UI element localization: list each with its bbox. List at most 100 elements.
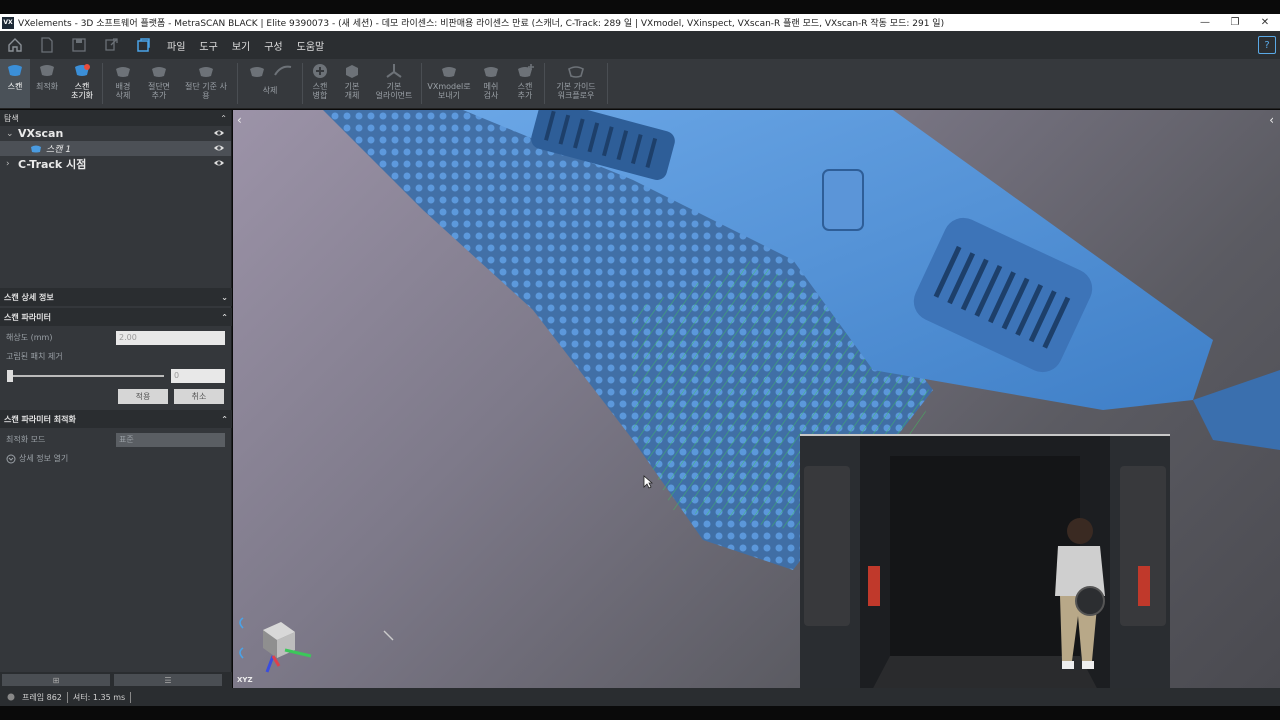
add-cut-plane-button[interactable]: 절단면 추가: [141, 59, 177, 108]
isolated-patch-slider[interactable]: [10, 375, 164, 377]
ribbon-separator: [607, 63, 608, 104]
basic-alignment-label: 기본 얼라이먼트: [375, 82, 413, 100]
optimize-params-title: 스캔 파라미터 최적화: [4, 414, 76, 424]
ribbon-toolbar: 스캔 최적화 스캔 초기화 배경 삭제 절단면 추가 절단 기준 사 용 삭제 …: [0, 59, 1280, 109]
optimize-mode-row: 최적화 모드 표준: [0, 430, 232, 449]
resolution-row: 해상도 (mm) 2.00: [0, 328, 232, 347]
use-cut-reference-label: 절단 기준 사 용: [185, 82, 227, 100]
letterbox-top: [0, 0, 1280, 14]
new-file-icon[interactable]: [36, 34, 58, 56]
scan-params-header[interactable]: 스캔 파라미터 ⌃: [0, 308, 232, 326]
mesh-inspect-icon: [484, 67, 498, 77]
window-title: VXelements - 3D 소프트웨어 플랫폼 - MetraSCAN BL…: [18, 19, 945, 29]
optimize-params-header[interactable]: 스캔 파라미터 최적화 ⌃: [0, 410, 232, 428]
optimize-mode-label: 최적화 모드: [6, 435, 46, 444]
ribbon-separator: [102, 63, 103, 104]
chevron-left-icon[interactable]: ‹: [1269, 113, 1274, 127]
collapse-explorer-icon[interactable]: ⌃: [220, 114, 227, 123]
chevron-left-icon[interactable]: ‹: [237, 113, 242, 127]
alignment-icon: [386, 64, 402, 78]
menu-tools[interactable]: 도구: [199, 38, 217, 53]
export-icon[interactable]: [100, 34, 122, 56]
basic-alignment-button[interactable]: 기본 얼라이먼트: [369, 59, 419, 108]
camera-feed-overlay: [800, 434, 1170, 702]
tree-item-ctrack-label: C-Track 시점: [18, 157, 87, 171]
chevron-up-icon[interactable]: ⌃: [221, 313, 228, 322]
eye-icon[interactable]: [213, 158, 225, 168]
shutter-value: 셔터: 1.35 ms: [72, 692, 126, 702]
session-icon[interactable]: [132, 34, 154, 56]
ribbon-separator: [544, 63, 545, 104]
isolated-patch-row: 고립된 패치 제거: [0, 347, 232, 366]
send-vxmodel-button[interactable]: VXmodel로 보내기: [424, 59, 474, 108]
optimize-button-label: 최적화: [35, 82, 59, 91]
mesh-inspect-button[interactable]: 메쉬 검사: [474, 59, 508, 108]
frame-count: 프레임 862: [22, 692, 62, 702]
mouse-cursor-icon: [643, 475, 653, 489]
cancel-button[interactable]: 취소: [174, 388, 224, 404]
van-interior-photo: [800, 436, 1170, 702]
delete-lasso-icon: [274, 65, 292, 76]
send-vxmodel-label: VXmodel로 보내기: [427, 82, 471, 100]
title-bar: VX VXelements - 3D 소프트웨어 플랫폼 - MetraSCAN…: [0, 14, 1280, 31]
background-delete-button[interactable]: 배경 삭제: [105, 59, 141, 108]
scan-button-label: 스캔: [7, 82, 23, 91]
basic-entity-button[interactable]: 기본 개체: [335, 59, 369, 108]
isolated-patch-input[interactable]: 0: [171, 368, 225, 383]
chevron-down-icon[interactable]: ⌄: [221, 293, 228, 302]
add-scan-button[interactable]: 스캔 추가: [508, 59, 542, 108]
resolution-input[interactable]: 2.00: [116, 330, 225, 345]
orientation-widget[interactable]: XYZ: [233, 610, 333, 688]
scan-button[interactable]: 스캔: [0, 59, 30, 108]
resolution-label: 해상도 (mm): [6, 333, 53, 342]
home-icon[interactable]: [4, 34, 26, 56]
latch: [822, 169, 864, 231]
tab-tree-icon[interactable]: ⊞: [2, 674, 110, 686]
optimize-mode-select[interactable]: 표준: [116, 432, 225, 447]
axes-label: XYZ: [237, 676, 253, 684]
tree-item-scan-1-label: 스캔 1: [46, 145, 72, 155]
chevron-down-icon[interactable]: ⌄: [6, 129, 18, 139]
open-details-row[interactable]: 상세 정보 열기: [0, 449, 232, 468]
background-delete-label: 배경 삭제: [115, 82, 131, 100]
save-icon[interactable]: [68, 34, 90, 56]
chevron-right-icon[interactable]: ›: [6, 159, 18, 169]
cut-reference-icon: [199, 67, 213, 77]
chevron-up-icon[interactable]: ⌃: [221, 415, 228, 424]
optimize-button[interactable]: 최적화: [30, 59, 64, 108]
apply-button[interactable]: 적용: [118, 388, 168, 404]
scan-details-header[interactable]: 스캔 상세 정보 ⌄: [0, 288, 232, 306]
minimize-button[interactable]: —: [1190, 17, 1220, 28]
merge-scans-label: 스캔 병합: [312, 82, 328, 100]
menu-config[interactable]: 구성: [264, 38, 282, 53]
scan-reset-icon: [75, 64, 90, 76]
scan-details-title: 스캔 상세 정보: [4, 292, 54, 302]
merge-icon: [313, 64, 327, 78]
eye-icon[interactable]: [213, 143, 225, 153]
help-button[interactable]: ?: [1258, 36, 1276, 54]
eye-icon[interactable]: [213, 128, 225, 138]
app-icon: VX: [2, 16, 14, 29]
tab-list-icon[interactable]: ☰: [114, 674, 222, 686]
tree-item-scan-1[interactable]: 스캔 1: [0, 141, 231, 156]
merge-scans-button[interactable]: 스캔 병합: [305, 59, 335, 108]
menu-view[interactable]: 보기: [232, 38, 250, 53]
cut-plane-icon: [152, 67, 166, 77]
apply-cancel-row: 적용 취소: [0, 385, 232, 407]
tree-item-ctrack[interactable]: › C-Track 시점: [0, 156, 231, 171]
tree-item-vxscan[interactable]: ⌄ VXscan: [0, 126, 231, 141]
menu-file[interactable]: 파일: [167, 38, 185, 53]
slider-thumb[interactable]: [7, 370, 13, 382]
basic-guide-workflow-button[interactable]: 기본 가이드 워크플로우: [547, 59, 605, 108]
scan-reset-button[interactable]: 스캔 초기화: [64, 59, 100, 108]
basic-guide-workflow-label: 기본 가이드 워크플로우: [556, 82, 596, 100]
restore-button[interactable]: ❐: [1220, 17, 1250, 28]
close-button[interactable]: ✕: [1250, 17, 1280, 28]
delete-group[interactable]: 삭제: [240, 59, 300, 108]
use-cut-reference-button[interactable]: 절단 기준 사 용: [177, 59, 235, 108]
optimize-icon: [40, 65, 54, 76]
status-separator: [130, 691, 132, 703]
basic-entity-label: 기본 개체: [344, 82, 360, 100]
scan-object-icon: [31, 145, 41, 153]
menu-help[interactable]: 도움말: [297, 38, 325, 53]
